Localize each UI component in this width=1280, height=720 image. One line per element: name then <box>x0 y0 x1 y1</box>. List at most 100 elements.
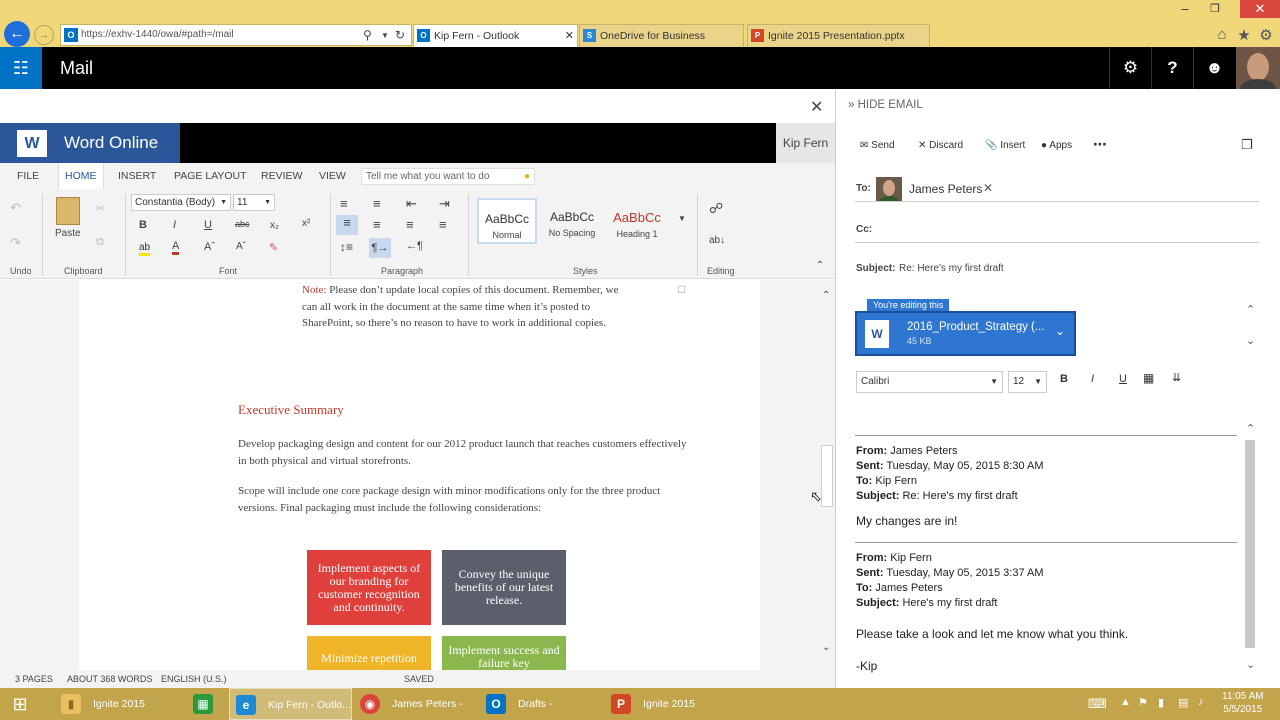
email-font-select[interactable]: Calibri ▼ <box>856 371 1003 393</box>
tab-insert[interactable]: INSERT <box>118 163 156 189</box>
tab-page-layout[interactable]: PAGE LAYOUT <box>174 163 247 189</box>
send-button[interactable]: ✉ Send <box>860 140 895 151</box>
maximize-button[interactable]: ❐ <box>1200 0 1230 18</box>
insert-button[interactable]: 📎 Insert <box>985 140 1025 151</box>
shrink-font-icon[interactable]: Aˇ <box>236 241 246 252</box>
attachment-menu-icon[interactable]: ⌄ <box>1055 324 1065 338</box>
favorites-star-icon[interactable]: ★ <box>1234 26 1254 44</box>
smiley-feedback-icon[interactable]: ☻ <box>1193 47 1235 89</box>
email-italic-icon[interactable]: I <box>1091 373 1094 385</box>
email-table-icon[interactable]: ▦ <box>1143 371 1154 385</box>
apps-button[interactable]: ● Apps <box>1041 140 1072 151</box>
settings-gear-icon[interactable]: ⚙ <box>1109 47 1151 89</box>
attach-scroll-down-icon[interactable]: ⌄ <box>1246 334 1255 347</box>
taskbar-item-chrome[interactable]: ◉ James Peters - O... <box>354 688 477 720</box>
app-launcher-icon[interactable]: ☷ <box>0 47 42 89</box>
style-no-spacing[interactable]: AaBbCc No Spacing <box>542 198 602 244</box>
tab-review[interactable]: REVIEW <box>261 163 302 189</box>
word-user-name[interactable]: Kip Fern <box>776 123 835 163</box>
close-document-icon[interactable]: ✕ <box>810 97 823 117</box>
close-tab-icon[interactable]: ✕ <box>565 25 574 47</box>
network-icon[interactable]: ▤ <box>1178 696 1188 709</box>
paste-button-label[interactable]: Paste <box>55 228 81 239</box>
hide-email-button[interactable]: » HIDE EMAIL <box>848 99 923 111</box>
numbering-icon[interactable]: ≡ <box>373 196 381 211</box>
tab-outlook[interactable]: O Kip Fern - Outlook ✕ <box>413 24 578 47</box>
bullets-icon[interactable]: ≡ <box>340 196 348 211</box>
copy-icon[interactable]: ⧉ <box>96 236 104 249</box>
more-options-icon[interactable]: ⋯ <box>1093 136 1107 153</box>
windows-start-icon[interactable]: ⊞ <box>0 688 40 720</box>
email-underline-icon[interactable]: U <box>1119 373 1127 385</box>
taskbar-item-powerpoint[interactable]: P Ignite 2015 Prese... <box>605 688 728 720</box>
decrease-indent-icon[interactable]: ⇤ <box>406 196 417 212</box>
refresh-icon[interactable]: ↻ <box>395 25 405 45</box>
increase-indent-icon[interactable]: ⇥ <box>439 196 450 212</box>
attach-scroll-up-icon[interactable]: ⌃ <box>1246 303 1255 316</box>
font-color-icon[interactable]: A <box>172 240 180 255</box>
grow-font-icon[interactable]: Aˆ <box>204 241 215 253</box>
clear-formatting-icon[interactable]: ✎ <box>269 241 278 254</box>
language[interactable]: ENGLISH (U.S.) <box>161 670 227 688</box>
undo-icon[interactable]: ↶ <box>10 200 21 216</box>
strikethrough-icon[interactable]: abc <box>235 219 250 229</box>
paste-icon[interactable] <box>56 197 80 225</box>
tab-view[interactable]: VIEW <box>319 163 346 189</box>
body-scroll-thumb[interactable] <box>1245 440 1255 648</box>
system-clock[interactable]: 11:05 AM 5/5/2015 <box>1222 690 1264 716</box>
forward-button[interactable]: → <box>34 25 54 45</box>
tell-me-input[interactable]: Tell me what you want to do ● <box>361 168 535 185</box>
show-hidden-icons-icon[interactable]: ▲ <box>1120 696 1131 708</box>
tab-powerpoint[interactable]: P Ignite 2015 Presentation.pptx <box>747 24 930 47</box>
scroll-up-icon[interactable]: ⌃ <box>822 290 830 301</box>
underline-icon[interactable]: U <box>204 219 212 231</box>
ltr-icon[interactable]: ¶→ <box>369 238 391 258</box>
collapse-ribbon-icon[interactable]: ⌃ <box>816 260 824 271</box>
style-heading-1[interactable]: AaBbCc Heading 1 <box>607 198 667 244</box>
taskbar-item-ie[interactable]: e Kip Fern - Outlo... <box>229 688 352 720</box>
rtl-icon[interactable]: ←¶ <box>406 240 423 252</box>
search-icon[interactable]: ⚲ <box>363 25 372 45</box>
keyboard-icon[interactable]: ⌨ <box>1088 696 1107 712</box>
pop-out-icon[interactable]: ❐ <box>1241 137 1253 153</box>
email-more-format-icon[interactable]: ⇊ <box>1172 371 1181 384</box>
back-button[interactable]: ← <box>4 21 30 47</box>
find-binoculars-icon[interactable]: ☍ <box>709 200 723 217</box>
replace-icon[interactable]: ab↓ <box>709 235 725 246</box>
power-icon[interactable]: ▮ <box>1158 696 1164 709</box>
comment-icon[interactable]: □ <box>678 282 685 296</box>
bold-icon[interactable]: B <box>139 219 147 231</box>
font-size-select[interactable]: 11 ▼ <box>233 194 275 211</box>
align-right-icon[interactable]: ≡ <box>406 217 414 232</box>
taskbar-item-outlook[interactable]: O Drafts - kfern@e... <box>480 688 603 720</box>
italic-icon[interactable]: I <box>173 219 176 231</box>
email-font-size-select[interactable]: 12 ▼ <box>1008 371 1047 393</box>
window-close-button[interactable]: ✕ <box>1240 0 1280 18</box>
user-avatar[interactable] <box>1236 47 1280 89</box>
cut-icon[interactable]: ✂ <box>96 202 105 215</box>
align-left-icon[interactable]: ≡ <box>336 215 358 235</box>
subject-input[interactable]: Re: Here's my first draft <box>899 263 1004 274</box>
dropdown-icon[interactable]: ▼ <box>381 26 389 46</box>
document-scrollbar[interactable]: ⌃ ⌄ <box>820 280 835 670</box>
style-normal[interactable]: AaBbCc Normal <box>477 198 537 244</box>
email-bold-icon[interactable]: B <box>1060 373 1068 385</box>
styles-more-icon[interactable]: ▼ <box>678 214 686 223</box>
justify-icon[interactable]: ≡ <box>439 217 447 232</box>
tab-home[interactable]: HOME <box>58 163 104 189</box>
scroll-thumb[interactable] <box>821 445 833 507</box>
highlight-icon[interactable]: ab <box>139 242 151 256</box>
home-icon[interactable]: ⌂ <box>1212 26 1232 43</box>
help-icon[interactable]: ? <box>1151 47 1193 89</box>
discard-button[interactable]: ✕ Discard <box>918 140 963 151</box>
recipient-name[interactable]: James Peters <box>909 182 982 196</box>
align-center-icon[interactable]: ≡ <box>373 217 381 232</box>
address-bar[interactable]: O https://exhv-1440/owa/#path=/mail ⚲ ▼ … <box>60 24 412 46</box>
taskbar-item-store[interactable]: ▦ <box>187 688 227 720</box>
minimize-button[interactable]: – <box>1170 0 1200 18</box>
volume-icon[interactable]: ♪ <box>1198 696 1204 708</box>
redo-icon[interactable]: ↷ <box>10 235 21 251</box>
body-scroll-up-icon[interactable]: ⌃ <box>1246 422 1255 435</box>
tab-onedrive[interactable]: S OneDrive for Business <box>579 24 744 47</box>
cc-field[interactable] <box>855 217 1259 243</box>
